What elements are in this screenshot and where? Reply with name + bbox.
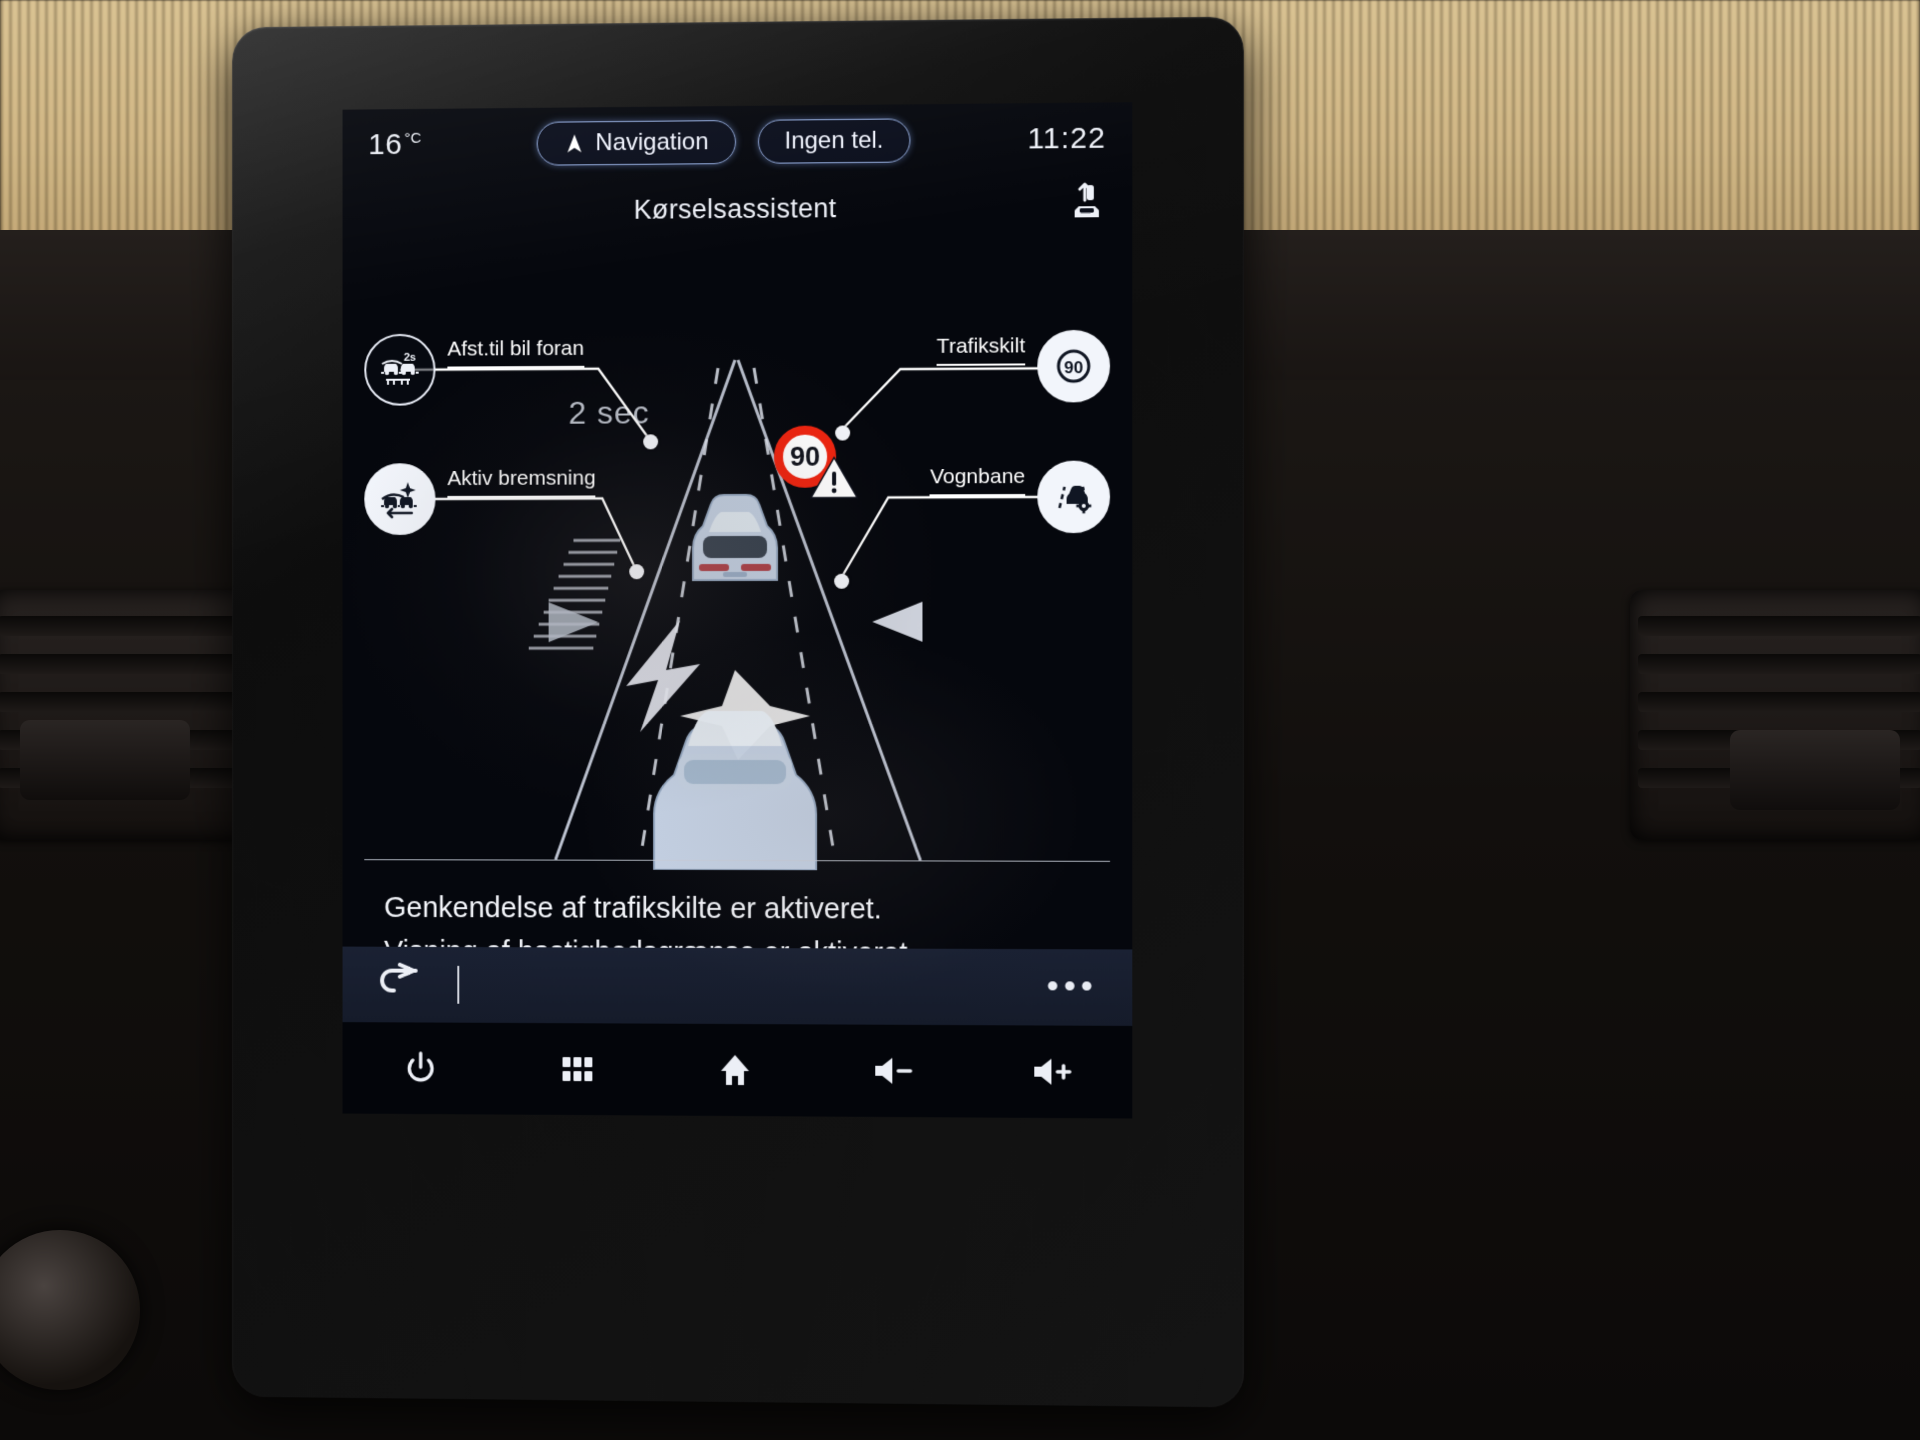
- phone-pill-label: Ingen tel.: [784, 126, 884, 155]
- page-header: Kørselsassistent: [343, 175, 1133, 243]
- distance-assist-label: Afst.til bil foran: [447, 336, 585, 369]
- lane-departure-left-arrow-icon: [872, 601, 923, 642]
- outside-temperature: 16 °C: [368, 128, 422, 162]
- apps-button[interactable]: [541, 1040, 615, 1098]
- speed-limit-90-sign-icon: 90: [1050, 343, 1096, 389]
- infotainment-bezel: 16 °C Navigation Ingen tel. 11:22 Kørsel…: [232, 16, 1244, 1408]
- status-pills: Navigation Ingen tel.: [422, 117, 1027, 166]
- home-button[interactable]: [698, 1041, 772, 1099]
- traffic-sign-label: Trafikskilt: [936, 334, 1026, 366]
- power-button[interactable]: [384, 1039, 457, 1097]
- active-braking-icon: [378, 482, 422, 521]
- svg-text:2s: 2s: [404, 352, 416, 364]
- more-options-button[interactable]: •••: [1047, 967, 1098, 1005]
- callout-dot-distance: [643, 434, 659, 450]
- page-title: Kørselsassistent: [633, 192, 837, 225]
- callout-dot-braking: [629, 564, 645, 580]
- temperature-value: 16: [368, 128, 403, 162]
- lane-assist-label: Vognbane: [929, 464, 1026, 497]
- volume-up-button[interactable]: [1015, 1042, 1090, 1101]
- speed-limit-warning[interactable]: 90: [774, 425, 836, 488]
- svg-text:90: 90: [1064, 358, 1083, 377]
- lane-keep-assist-settings-icon: [1050, 474, 1096, 514]
- dashboard-scene: 16 °C Navigation Ingen tel. 11:22 Kørsel…: [0, 0, 1920, 1440]
- back-arrow-icon[interactable]: [376, 962, 422, 1007]
- volume-plus-icon: [1034, 1056, 1074, 1088]
- dashboard-pad-right: [1730, 730, 1900, 810]
- toolbar-separator: [457, 965, 460, 1004]
- ego-car-icon: [630, 710, 840, 870]
- temperature-unit: °C: [404, 129, 422, 147]
- clock: 11:22: [1027, 121, 1106, 156]
- active-braking-label: Aktiv bremsning: [447, 466, 596, 498]
- navigation-pill-label: Navigation: [595, 128, 709, 157]
- status-bar: 16 °C Navigation Ingen tel. 11:22: [343, 102, 1133, 181]
- grid-apps-icon: [562, 1057, 593, 1082]
- volume-minus-icon: [875, 1057, 915, 1084]
- lane-departure-right-arrow-icon: [548, 602, 599, 643]
- lead-car-icon: [692, 493, 778, 582]
- driving-assist-visualization: 2 sec 2s Afst.til bil foran Aktiv bremsn…: [343, 237, 1133, 861]
- callout-dot-lane: [834, 573, 850, 589]
- car-following-distance-2s-icon: 2s: [378, 352, 422, 392]
- home-icon: [721, 1054, 749, 1086]
- lane-assist-badge[interactable]: [1037, 460, 1111, 534]
- following-time-label: 2 sec: [568, 394, 650, 431]
- volume-down-button[interactable]: [856, 1042, 930, 1101]
- warning-triangle-icon: [808, 453, 860, 501]
- phone-pill[interactable]: Ingen tel.: [757, 118, 911, 164]
- navigation-arrow-icon: [564, 132, 586, 154]
- status-text-line1: Genkendelse af trafikskilte er aktiveret…: [384, 892, 882, 926]
- navigation-pill[interactable]: Navigation: [536, 119, 736, 166]
- callout-dot-traffic-sign: [835, 425, 851, 441]
- screen-toolbar: •••: [342, 946, 1133, 1026]
- infotainment-screen[interactable]: 16 °C Navigation Ingen tel. 11:22 Kørsel…: [342, 102, 1133, 1119]
- active-braking-badge[interactable]: [364, 463, 436, 536]
- dashboard-pad-left: [20, 720, 190, 800]
- power-icon: [404, 1051, 438, 1085]
- car-settings-icon[interactable]: [1070, 181, 1104, 221]
- hardware-button-bar: [342, 1022, 1133, 1119]
- distance-assist-badge[interactable]: 2s: [364, 333, 436, 406]
- traffic-sign-badge[interactable]: 90: [1037, 329, 1111, 403]
